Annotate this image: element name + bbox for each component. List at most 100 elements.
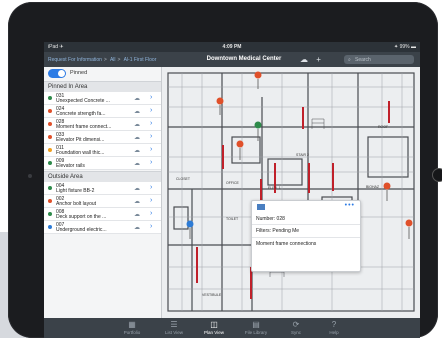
add-icon[interactable]: + xyxy=(316,55,321,64)
chevron-right-icon[interactable]: › xyxy=(150,223,152,230)
tab-plan-view[interactable]: ◫ Plan View xyxy=(194,318,234,338)
chevron-right-icon[interactable]: › xyxy=(150,133,152,140)
floor-plan-map[interactable]: STAIR 2 ELEV. 1 ELEV. 2 OFFICE TOILET CL… xyxy=(162,67,420,318)
list-item[interactable]: 002 Anchor bolt layout ☁ › xyxy=(44,195,161,208)
tab-portfolio[interactable]: ▦ Portfolio xyxy=(112,318,152,338)
status-dot xyxy=(48,186,52,190)
tab-file-library[interactable]: ▤ File Library xyxy=(236,318,276,338)
room-label: ROOF xyxy=(378,125,389,129)
chevron-right-icon[interactable]: › xyxy=(150,197,152,204)
nav-bar: Request For Information > All > Al-1 First… xyxy=(44,52,420,67)
popup-number-row: Number: 028 xyxy=(252,213,360,224)
item-title: Light fixture BB-2 xyxy=(56,188,95,194)
status-bar: iPad ✈ 4:09 PM ✦ 99% ▬ xyxy=(44,42,420,52)
chevron-right-icon[interactable]: › xyxy=(150,210,152,217)
item-title: Foundation wall thic... xyxy=(56,150,105,156)
tab-label: List View xyxy=(165,330,183,335)
chevron-right-icon[interactable]: › xyxy=(150,107,152,114)
status-dot xyxy=(48,225,52,229)
folder-icon: ▤ xyxy=(252,320,260,329)
list-item[interactable]: 031 Unexpected Concrete ... ☁ › xyxy=(44,92,161,105)
battery-status: ✦ 99% ▬ xyxy=(394,44,416,50)
portfolio-icon: ▦ xyxy=(128,320,136,329)
tab-sync[interactable]: ⟳ Sync xyxy=(276,318,316,338)
section-title: Outside Area xyxy=(48,174,83,180)
cloud-icon: ☁ xyxy=(134,148,140,154)
room-label: TOILET xyxy=(226,217,239,221)
chevron-right-icon[interactable]: › xyxy=(150,146,152,153)
list-item[interactable]: 007 Underground electric... ☁ › xyxy=(44,221,161,234)
room-label: BIOHAZ xyxy=(366,185,380,189)
status-dot xyxy=(48,135,52,139)
list-item[interactable]: 033 Elevator Pit dimensi... ☁ › xyxy=(44,131,161,144)
breadcrumb-separator: > xyxy=(103,57,107,63)
search-placeholder: Search xyxy=(355,57,371,63)
list-item[interactable]: 004 Light fixture BB-2 ☁ › xyxy=(44,182,161,195)
chevron-right-icon[interactable]: › xyxy=(150,159,152,166)
room-label: VESTIBULE xyxy=(202,293,222,297)
item-title: Elevator rails xyxy=(56,163,85,169)
item-title: Unexpected Concrete ... xyxy=(56,98,110,104)
cloud-icon: ☁ xyxy=(134,96,140,102)
item-title: Anchor bolt layout xyxy=(56,201,97,207)
cloud-icon: ☁ xyxy=(134,109,140,115)
status-time: 4:09 PM xyxy=(222,44,242,50)
list-item[interactable]: 024 Concrete strength fa... ☁ › xyxy=(44,105,161,118)
document-icon xyxy=(257,204,265,210)
item-title: Moment frame connect... xyxy=(56,124,112,130)
status-dot xyxy=(48,212,52,216)
list-item[interactable]: 028 Moment frame connect... ☁ › xyxy=(44,118,161,131)
status-dot xyxy=(48,148,52,152)
cloud-icon: ☁ xyxy=(134,122,140,128)
room-label: STAIR 2 xyxy=(296,153,309,157)
sync-icon: ⟳ xyxy=(292,320,300,329)
popup-filters: Filters: Pending Me xyxy=(256,228,300,234)
breadcrumb: Request For Information > All > Al-1 First… xyxy=(48,57,156,63)
room-label: OFFICE xyxy=(226,181,239,185)
tab-list-view[interactable]: ☰ List View xyxy=(154,318,194,338)
list-item[interactable]: 008 Deck support on the ... ☁ › xyxy=(44,208,161,221)
tab-bar: ▦ Portfolio ☰ List View ◫ Plan View ▤ Fi… xyxy=(44,318,420,338)
map-icon: ◫ xyxy=(210,320,218,329)
camera-icon xyxy=(28,174,32,178)
popup-title-row[interactable]: Moment frame connections xyxy=(252,237,360,249)
room-label: ELEV. 1 xyxy=(268,186,281,190)
list-item[interactable]: 011 Foundation wall thic... ☁ › xyxy=(44,144,161,157)
cloud-icon: ☁ xyxy=(134,161,140,167)
breadcrumb-item-floor[interactable]: Al-1 First Floor xyxy=(124,57,157,63)
cloud-upload-icon[interactable]: ☁ xyxy=(300,55,308,64)
chevron-right-icon[interactable]: › xyxy=(150,94,152,101)
breadcrumb-separator: > xyxy=(117,57,121,63)
search-input[interactable]: ⌕ Search xyxy=(344,55,414,64)
tab-label: Sync xyxy=(290,330,301,335)
breadcrumb-item-rfi[interactable]: Request For Information xyxy=(48,57,102,63)
tab-label: Portfolio xyxy=(123,330,141,335)
status-dot xyxy=(48,109,52,113)
tab-label: Help xyxy=(329,330,339,335)
breadcrumb-item-all[interactable]: All xyxy=(110,57,116,63)
help-icon: ? xyxy=(331,320,337,329)
tab-help[interactable]: ? Help xyxy=(314,318,354,338)
floor-plan-drawing xyxy=(167,72,415,312)
status-dot xyxy=(48,96,52,100)
page-title: Downtown Medical Center xyxy=(206,56,282,62)
item-title: Underground electric... xyxy=(56,227,107,233)
status-dot xyxy=(48,122,52,126)
cloud-icon: ☁ xyxy=(134,212,140,218)
status-dot xyxy=(48,161,52,165)
app-screen: iPad ✈ 4:09 PM ✦ 99% ▬ Request For Infor… xyxy=(44,42,420,338)
list-icon: ☰ xyxy=(170,320,178,329)
pinned-label: Pinned xyxy=(70,70,88,76)
chevron-right-icon[interactable]: › xyxy=(150,120,152,127)
popup-number: Number: 028 xyxy=(256,216,285,222)
item-title: Concrete strength fa... xyxy=(56,111,106,117)
toggle-knob xyxy=(58,70,65,77)
item-title: Deck support on the ... xyxy=(56,214,107,220)
more-options-icon[interactable]: ••• xyxy=(345,202,355,209)
pinned-toggle-row: Pinned xyxy=(44,67,161,80)
pinned-toggle[interactable] xyxy=(48,69,66,78)
home-button[interactable] xyxy=(432,168,442,182)
pin-popup: ••• Number: 028 Filters: Pending Me Mome… xyxy=(251,200,361,272)
chevron-right-icon[interactable]: › xyxy=(150,184,152,191)
list-item[interactable]: 009 Elevator rails ☁ › xyxy=(44,157,161,170)
